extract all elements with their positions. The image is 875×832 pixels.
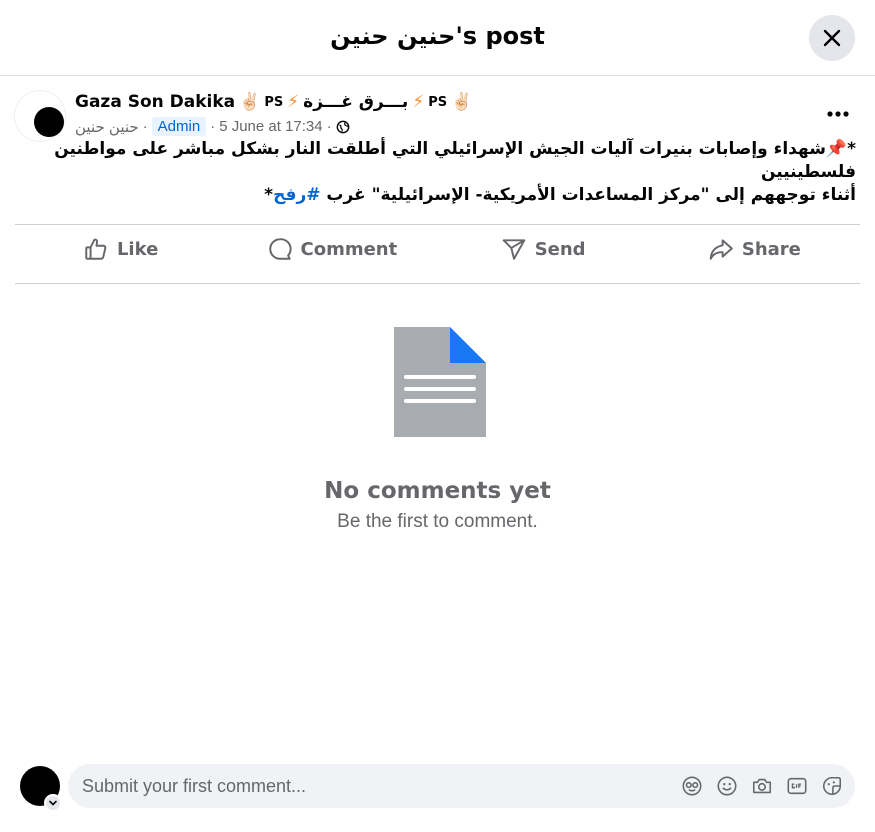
share-icon (709, 239, 733, 260)
photo-button[interactable] (750, 775, 773, 798)
dialog-header: حنين حنين's post (0, 0, 875, 76)
author-name-arabic: بـــرق غـــزة (303, 92, 409, 112)
meta-separator: · (142, 118, 148, 135)
globe-icon[interactable] (336, 120, 350, 134)
victory-hand-emoji: ✌🏻 (239, 92, 261, 112)
lightning-emoji: ⚡ (412, 92, 425, 112)
lightning-emoji: ⚡ (287, 92, 300, 112)
send-icon (502, 239, 525, 260)
meta-separator: · (210, 118, 216, 135)
more-options-button[interactable] (822, 100, 854, 128)
document-icon (394, 327, 486, 437)
avatar-sticker-button[interactable] (680, 775, 703, 798)
divider (15, 283, 860, 284)
victory-hand-emoji: ✌🏻 (451, 92, 473, 112)
gif-button[interactable] (785, 775, 808, 798)
gif-icon (787, 777, 806, 795)
send-button[interactable]: Send (438, 226, 649, 272)
post-text-line: أثناء توجههم إلى "مركز المساعدات الأمريك… (30, 184, 856, 207)
post-meta: حنين حنين · Admin · 5 June at 17:34 · (75, 117, 350, 136)
post-text-line: *📌شهداء وإصابات بنيرات آليات الجيش الإسر… (54, 139, 856, 182)
share-label: Share (741, 238, 801, 260)
hashtag-link[interactable]: #رفح (273, 185, 320, 205)
sticker-icon (822, 776, 841, 795)
like-label: Like (116, 238, 159, 260)
post-actions: Like Comment Send Share (15, 226, 860, 272)
page-avatar[interactable] (14, 90, 66, 142)
comment-button[interactable]: Comment (226, 226, 437, 272)
meta-separator: · (326, 118, 332, 135)
avatar-image (34, 107, 64, 137)
admin-badge: Admin (151, 117, 207, 136)
profile-switch-button[interactable] (44, 794, 62, 812)
post-text-segment: أثناء توجههم إلى "مركز المساعدات الأمريك… (320, 185, 856, 205)
close-icon (823, 29, 841, 47)
empty-comments-title: No comments yet (324, 478, 551, 504)
post-body: *📌شهداء وإصابات بنيرات آليات الجيش الإسر… (30, 138, 856, 207)
ps-label: PS (428, 94, 448, 110)
emoji-icon (717, 776, 736, 796)
send-label: Send (534, 238, 586, 260)
post-author[interactable]: Gaza Son Dakika ✌🏻 PS ⚡ بـــرق غـــزة ⚡ … (75, 92, 472, 112)
dialog-title: حنين حنين's post (330, 22, 545, 50)
member-name[interactable]: حنين حنين (75, 118, 139, 136)
author-name[interactable]: Gaza Son Dakika (75, 92, 235, 112)
like-icon (85, 238, 107, 260)
comment-composer (68, 764, 855, 808)
avatar-sticker-icon (682, 776, 701, 796)
close-button[interactable] (809, 15, 855, 61)
like-button[interactable]: Like (15, 226, 226, 272)
comment-input[interactable] (68, 775, 680, 797)
composer-tools (680, 775, 855, 798)
share-button[interactable]: Share (649, 226, 860, 272)
camera-icon (752, 778, 771, 794)
sticker-button[interactable] (820, 775, 843, 798)
empty-comments-subtitle: Be the first to comment. (337, 511, 538, 532)
more-icon (827, 111, 849, 117)
comment-icon (268, 238, 292, 260)
comment-label: Comment (300, 238, 398, 260)
emoji-button[interactable] (715, 775, 738, 798)
post-text-segment: * (264, 185, 274, 205)
chevron-down-icon (49, 800, 57, 806)
divider (15, 224, 860, 225)
ps-label: PS (264, 94, 284, 110)
post-timestamp[interactable]: 5 June at 17:34 (219, 118, 322, 135)
